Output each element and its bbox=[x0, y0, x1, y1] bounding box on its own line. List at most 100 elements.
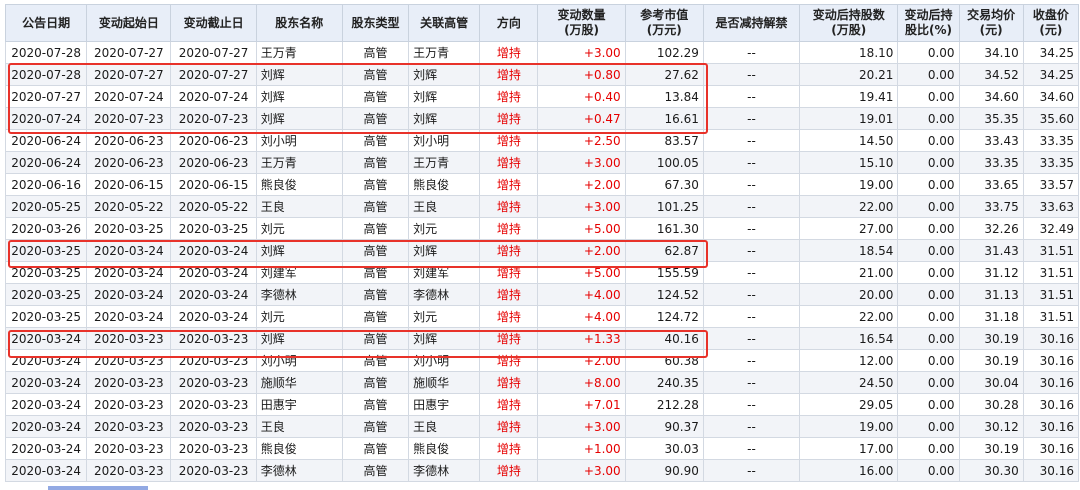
cell-change-start-date: 2020-03-23 bbox=[86, 327, 172, 350]
cell-related-executive: 熊良俊 bbox=[408, 437, 481, 460]
table-row[interactable]: 2020-03-24 2020-03-23 2020-03-23 田惠宇 高管 田惠宇 增持… bbox=[4, 393, 1080, 416]
column-header-shareholder-type[interactable]: 股东类型 bbox=[341, 4, 410, 42]
table-row[interactable]: 2020-07-27 2020-07-24 2020-07-24 刘辉 高管 刘辉 增持 +0… bbox=[4, 85, 1080, 108]
cell-shareholder-name: 刘辉 bbox=[255, 107, 343, 130]
table-row[interactable]: 2020-03-24 2020-03-23 2020-03-23 王良 高管 王良 增持 +3… bbox=[4, 415, 1080, 438]
cell-change-start-date: 2020-07-27 bbox=[86, 63, 172, 86]
table-row[interactable]: 2020-03-25 2020-03-24 2020-03-24 刘元 高管 刘元 增持 +4… bbox=[4, 305, 1080, 328]
cell-direction: 增持 bbox=[479, 129, 539, 152]
table-row[interactable]: 2020-03-24 2020-03-23 2020-03-23 熊良俊 高管 熊良俊 增持… bbox=[4, 437, 1080, 460]
cell-is-reduction-unlock: -- bbox=[702, 393, 801, 416]
column-header-avg-trade-price[interactable]: 交易均价 (元) bbox=[958, 4, 1024, 42]
table-row[interactable]: 2020-06-24 2020-06-23 2020-06-23 刘小明 高管 刘小明 增持… bbox=[4, 129, 1080, 152]
column-header-related-executive[interactable]: 关联高管 bbox=[408, 4, 481, 42]
cell-is-reduction-unlock: -- bbox=[702, 173, 801, 196]
table-row[interactable]: 2020-06-24 2020-06-23 2020-06-23 王万青 高管 王万青 增持… bbox=[4, 151, 1080, 174]
cell-direction: 增持 bbox=[479, 41, 539, 64]
cell-shareholder-name: 刘小明 bbox=[255, 129, 343, 152]
cell-close-price: 30.16 bbox=[1022, 437, 1080, 460]
cell-holdings-after-change: 19.01 bbox=[799, 107, 899, 130]
cell-is-reduction-unlock: -- bbox=[702, 349, 801, 372]
cell-direction: 增持 bbox=[479, 393, 539, 416]
cell-related-executive: 王良 bbox=[408, 415, 481, 438]
table-row[interactable]: 2020-07-28 2020-07-27 2020-07-27 王万青 高管 王万青 增持… bbox=[4, 41, 1080, 64]
cell-announce-date: 2020-03-24 bbox=[4, 393, 88, 416]
cell-avg-trade-price: 33.65 bbox=[958, 173, 1024, 196]
cell-change-end-date: 2020-03-23 bbox=[170, 415, 257, 438]
table-row[interactable]: 2020-05-25 2020-05-22 2020-05-22 王良 高管 王良 增持 +3… bbox=[4, 195, 1080, 218]
cell-direction: 增持 bbox=[479, 459, 539, 482]
column-header-change-quantity[interactable]: 变动数量 (万股) bbox=[537, 4, 626, 42]
cell-change-end-date: 2020-07-27 bbox=[170, 63, 257, 86]
cell-reference-market-value: 27.62 bbox=[624, 63, 704, 86]
column-header-holdings-after-change[interactable]: 变动后持股数 (万股) bbox=[799, 4, 899, 42]
cell-holdings-after-change: 17.00 bbox=[799, 437, 899, 460]
column-header-close-price[interactable]: 收盘价 (元) bbox=[1022, 4, 1080, 42]
table-row[interactable]: 2020-03-25 2020-03-24 2020-03-24 刘辉 高管 刘辉 增持 +2… bbox=[4, 239, 1080, 262]
cell-holdings-after-change: 18.10 bbox=[799, 41, 899, 64]
cell-change-quantity: +1.33 bbox=[537, 327, 626, 350]
column-header-announce-date[interactable]: 公告日期 bbox=[4, 4, 88, 42]
cell-announce-date: 2020-06-24 bbox=[4, 129, 88, 152]
column-header-holding-ratio-after[interactable]: 变动后持 股比(%) bbox=[897, 4, 960, 42]
cell-avg-trade-price: 33.35 bbox=[958, 151, 1024, 174]
cell-is-reduction-unlock: -- bbox=[702, 151, 801, 174]
cell-announce-date: 2020-05-25 bbox=[4, 195, 88, 218]
table-row[interactable]: 2020-03-24 2020-03-23 2020-03-23 刘辉 高管 刘辉 增持 +1… bbox=[4, 327, 1080, 350]
table-row[interactable]: 2020-03-24 2020-03-23 2020-03-23 刘小明 高管 刘小明 增持… bbox=[4, 349, 1080, 372]
cell-reference-market-value: 30.03 bbox=[624, 437, 704, 460]
cell-reference-market-value: 16.61 bbox=[624, 107, 704, 130]
cell-related-executive: 王万青 bbox=[408, 151, 481, 174]
cell-announce-date: 2020-03-26 bbox=[4, 217, 88, 240]
table-row[interactable]: 2020-03-25 2020-03-24 2020-03-24 刘建军 高管 刘建军 增持… bbox=[4, 261, 1080, 284]
cell-avg-trade-price: 30.19 bbox=[958, 327, 1024, 350]
cell-change-end-date: 2020-06-23 bbox=[170, 151, 257, 174]
cell-change-start-date: 2020-03-23 bbox=[86, 459, 172, 482]
column-header-reference-market-value[interactable]: 参考市值 (万元) bbox=[624, 4, 704, 42]
cell-change-quantity: +4.00 bbox=[537, 305, 626, 328]
cell-reference-market-value: 83.57 bbox=[624, 129, 704, 152]
cell-change-quantity: +8.00 bbox=[537, 371, 626, 394]
cell-holding-ratio-after: 0.00 bbox=[897, 173, 960, 196]
cell-change-end-date: 2020-06-15 bbox=[170, 173, 257, 196]
table-row[interactable]: 2020-07-24 2020-07-23 2020-07-23 刘辉 高管 刘辉 增持 +0… bbox=[4, 107, 1080, 130]
cell-shareholder-name: 施顺华 bbox=[255, 371, 343, 394]
cell-close-price: 30.16 bbox=[1022, 415, 1080, 438]
column-header-change-end-date[interactable]: 变动截止日 bbox=[170, 4, 257, 42]
column-header-is-reduction-unlock[interactable]: 是否减持解禁 bbox=[702, 4, 801, 42]
cell-shareholder-type: 高管 bbox=[341, 437, 410, 460]
cell-holding-ratio-after: 0.00 bbox=[897, 437, 960, 460]
column-header-direction[interactable]: 方向 bbox=[479, 4, 539, 42]
cell-shareholder-type: 高管 bbox=[341, 305, 410, 328]
cell-shareholder-type: 高管 bbox=[341, 195, 410, 218]
table-row[interactable]: 2020-03-26 2020-03-25 2020-03-25 刘元 高管 刘元 增持 +5… bbox=[4, 217, 1080, 240]
cell-close-price: 31.51 bbox=[1022, 261, 1080, 284]
cell-shareholder-type: 高管 bbox=[341, 239, 410, 262]
horizontal-scrollbar[interactable] bbox=[48, 486, 148, 490]
cell-change-quantity: +1.00 bbox=[537, 437, 626, 460]
column-header-change-start-date[interactable]: 变动起始日 bbox=[86, 4, 172, 42]
cell-change-quantity: +2.00 bbox=[537, 349, 626, 372]
table-row[interactable]: 2020-07-28 2020-07-27 2020-07-27 刘辉 高管 刘辉 增持 +0… bbox=[4, 63, 1080, 86]
cell-shareholder-name: 刘辉 bbox=[255, 63, 343, 86]
table-row[interactable]: 2020-03-24 2020-03-23 2020-03-23 李德林 高管 李德林 增持… bbox=[4, 459, 1080, 482]
cell-holdings-after-change: 19.00 bbox=[799, 415, 899, 438]
cell-change-start-date: 2020-06-23 bbox=[86, 129, 172, 152]
table-row[interactable]: 2020-03-24 2020-03-23 2020-03-23 施顺华 高管 施顺华 增持… bbox=[4, 371, 1080, 394]
cell-shareholder-name: 刘辉 bbox=[255, 327, 343, 350]
cell-avg-trade-price: 34.10 bbox=[958, 41, 1024, 64]
cell-is-reduction-unlock: -- bbox=[702, 327, 801, 350]
cell-shareholder-name: 刘小明 bbox=[255, 349, 343, 372]
cell-change-end-date: 2020-03-25 bbox=[170, 217, 257, 240]
cell-announce-date: 2020-03-25 bbox=[4, 283, 88, 306]
cell-shareholder-type: 高管 bbox=[341, 63, 410, 86]
cell-change-end-date: 2020-03-23 bbox=[170, 393, 257, 416]
column-header-shareholder-name[interactable]: 股东名称 bbox=[255, 4, 343, 42]
cell-avg-trade-price: 31.13 bbox=[958, 283, 1024, 306]
cell-holding-ratio-after: 0.00 bbox=[897, 107, 960, 130]
cell-change-quantity: +3.00 bbox=[537, 415, 626, 438]
cell-close-price: 31.51 bbox=[1022, 305, 1080, 328]
table-row[interactable]: 2020-03-25 2020-03-24 2020-03-24 李德林 高管 李德林 增持… bbox=[4, 283, 1080, 306]
table-row[interactable]: 2020-06-16 2020-06-15 2020-06-15 熊良俊 高管 熊良俊 增持… bbox=[4, 173, 1080, 196]
cell-close-price: 33.35 bbox=[1022, 151, 1080, 174]
